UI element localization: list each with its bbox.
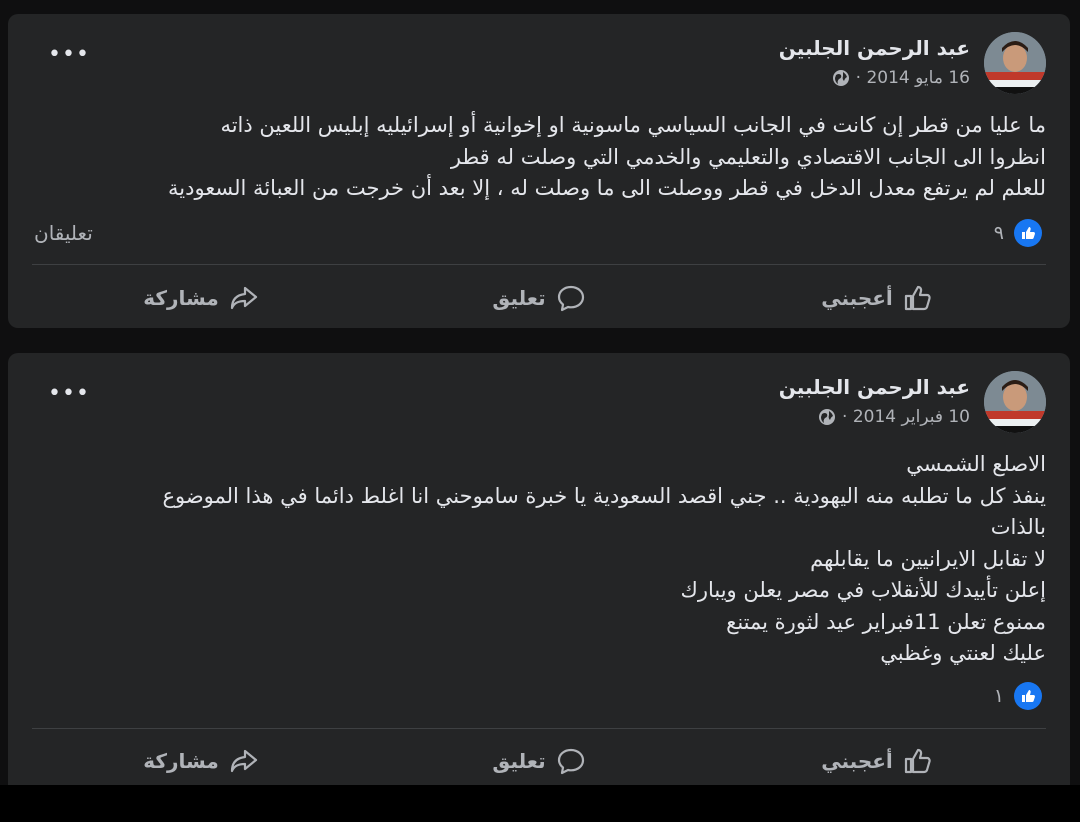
reactions-summary[interactable]: ١ [994,681,1042,711]
share-button[interactable]: مشاركة [32,739,370,783]
share-label: مشاركة [143,749,219,773]
avatar-image [984,32,1046,94]
post-text-line: انظروا الى الجانب الاقتصادي والتعليمي وا… [450,144,1046,169]
comment-label: تعليق [492,286,546,310]
post-date[interactable]: 10 فبراير 2014 · [842,407,970,427]
like-icon [1014,682,1042,710]
like-button[interactable]: أعجبني [708,276,1046,320]
post-text-line: الاصلع الشمسي [906,452,1046,476]
share-button[interactable]: مشاركة [32,276,370,320]
more-options-icon[interactable]: ••• [48,383,90,405]
share-icon [230,286,257,310]
post-text-line: للعلم لم يرتفع معدل الدخل في قطر ووصلت ا… [167,176,1046,200]
post-text: الاصلع الشمسي ينفذ كل ما تطلبه منه اليهو… [66,449,1046,670]
post-text-line: عليك لعنتي وغظبي [880,641,1046,665]
avatar[interactable] [984,32,1046,94]
like-button[interactable]: أعجبني [708,739,1046,783]
post-text-line: ينفذ كل ما تطلبه منه اليهودية .. جني اقص… [162,483,1046,508]
comment-button[interactable]: تعليق [370,276,708,320]
post-text: ما عليا من قطر إن كانت في الجانب السياسي… [31,110,1046,205]
avatar-image [984,371,1046,433]
divider [32,728,1046,729]
post-text-line: إعلن تأييدك للأنقلاب في مصر يعلن ويبارك [680,578,1046,602]
action-bar: أعجبني تعليق مشاركة [32,276,1046,320]
divider [32,264,1046,265]
post-card-2: عبد الرحمن الجلبين 10 فبراير 2014 · ••• … [8,353,1070,785]
more-options-icon[interactable]: ••• [48,44,90,66]
comment-label: تعليق [492,749,546,773]
comment-button[interactable]: تعليق [370,739,708,783]
globe-icon [819,409,835,425]
comment-icon [557,285,584,312]
reaction-count: ١ [993,685,1004,707]
bottom-bar [0,785,1080,822]
author-name[interactable]: عبد الرحمن الجلبين [779,36,970,60]
thumbs-up-icon [904,285,931,311]
author-name[interactable]: عبد الرحمن الجلبين [779,375,970,399]
post-text-line: بالذات [990,515,1046,539]
comment-icon [557,748,584,775]
like-label: أعجبني [821,286,893,310]
post-text-line: لا تقابل الايرانيين ما يقابلهم [810,546,1046,571]
reactions-summary[interactable]: ٩ [994,218,1042,248]
share-icon [230,749,257,773]
avatar[interactable] [984,371,1046,433]
thumbs-up-icon [904,748,931,774]
reaction-count: ٩ [993,222,1004,244]
action-bar: أعجبني تعليق مشاركة [32,739,1046,783]
post-meta: 10 فبراير 2014 · [818,407,970,427]
post-date[interactable]: 16 مايو 2014 · [856,68,970,88]
share-label: مشاركة [143,286,219,310]
post-meta: 16 مايو 2014 · [832,68,970,88]
globe-icon [832,70,849,86]
post-card-1: عبد الرحمن الجلبين 16 مايو 2014 · ••• ما… [8,14,1070,328]
post-text-line: ما عليا من قطر إن كانت في الجانب السياسي… [220,113,1046,137]
like-icon [1014,219,1042,247]
post-text-line: ممنوع تعلن 11فبراير عيد لثورة يمتنع [726,609,1046,634]
comments-count[interactable]: تعليقان [34,221,93,245]
like-label: أعجبني [821,749,893,773]
